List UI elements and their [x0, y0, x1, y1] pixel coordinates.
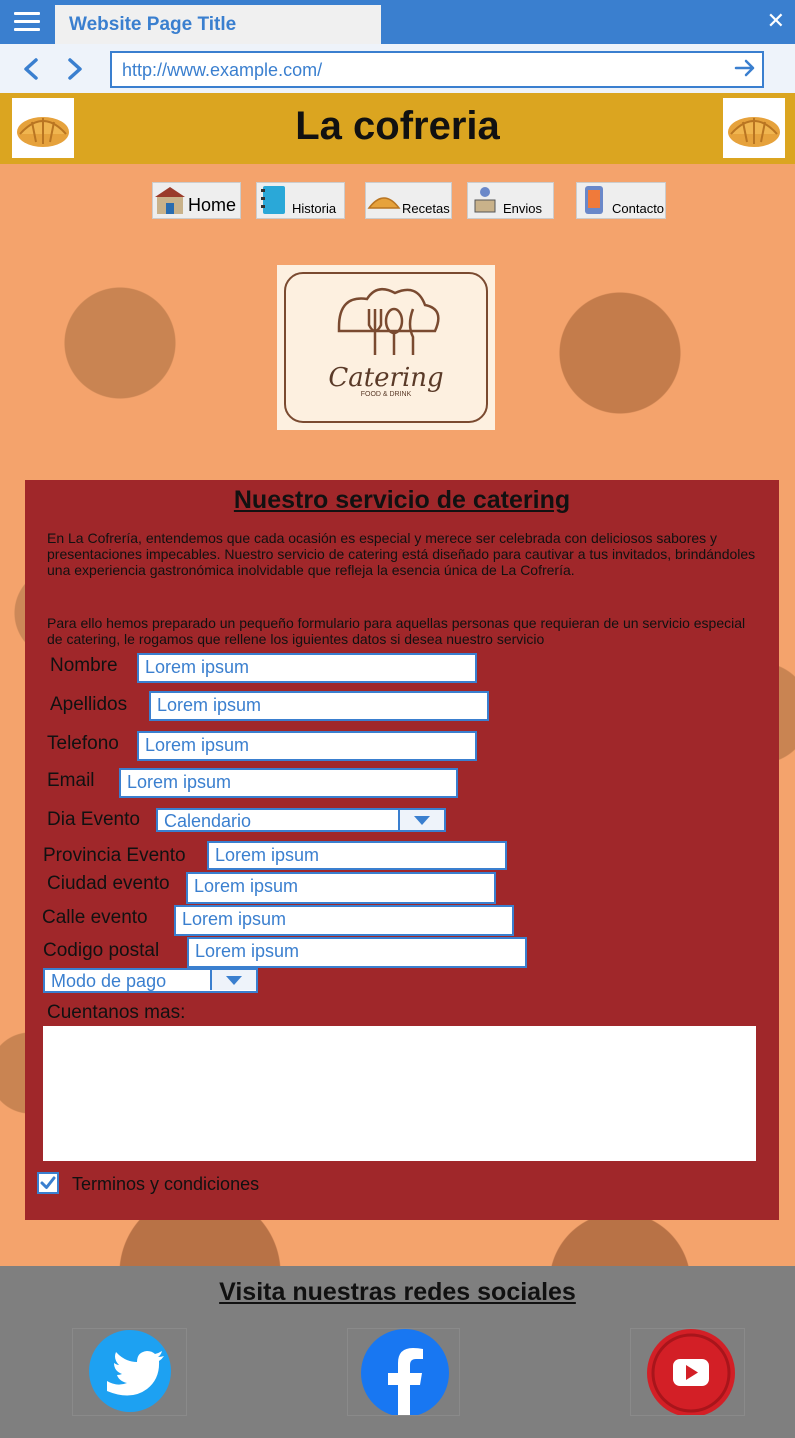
social-title: Visita nuestras redes sociales: [219, 1278, 576, 1306]
notebook-icon: [261, 186, 285, 214]
site-title: La cofreria: [295, 104, 500, 148]
calle-input[interactable]: Lorem ipsum: [174, 905, 514, 936]
nav-home[interactable]: Home: [152, 182, 241, 219]
dia-evento-value: Calendario: [164, 811, 252, 831]
dia-evento-label: Dia Evento: [47, 809, 140, 830]
back-arrow-icon[interactable]: [16, 52, 46, 86]
dia-evento-select[interactable]: Calendario: [156, 808, 446, 832]
twitter-link[interactable]: [72, 1328, 187, 1416]
delivery-icon: [474, 187, 496, 213]
close-icon[interactable]: ✕: [767, 8, 785, 34]
nav-label: Historia: [292, 201, 337, 216]
provincia-label: Provincia Evento: [43, 845, 186, 866]
footer: Visita nuestras redes sociales: [0, 1266, 795, 1438]
telefono-label: Telefono: [47, 733, 119, 754]
nav-contacto[interactable]: Contacto: [576, 182, 666, 219]
go-arrow-icon[interactable]: [734, 57, 756, 79]
nav-label: Envios: [503, 201, 543, 216]
terms-label: Terminos y condiciones: [72, 1174, 260, 1194]
forward-arrow-icon[interactable]: [60, 52, 90, 86]
chevron-down-icon[interactable]: [398, 810, 444, 830]
twitter-icon: [89, 1330, 171, 1412]
form-instructions: Para ello hemos preparado un pequeño for…: [47, 615, 746, 647]
apellidos-input[interactable]: Lorem ipsum: [149, 691, 489, 721]
provincia-input[interactable]: Lorem ipsum: [207, 841, 507, 870]
modo-pago-select[interactable]: Modo de pago: [43, 968, 258, 993]
form-title: Nuestro servicio de catering: [233, 486, 571, 514]
nav-envios[interactable]: Envios: [467, 182, 554, 219]
nombre-label: Nombre: [50, 655, 118, 676]
croissant-icon: [367, 197, 401, 209]
cuentanos-label: Cuentanos mas:: [47, 1002, 186, 1023]
calle-label: Calle evento: [42, 907, 148, 928]
facebook-icon: [361, 1329, 449, 1417]
address-bar[interactable]: http://www.example.com/: [110, 51, 764, 88]
facebook-link[interactable]: [347, 1328, 460, 1417]
tab-title: Website Page Title: [69, 14, 237, 35]
checkmark-icon: [40, 1176, 56, 1189]
nav-label: Contacto: [612, 201, 665, 216]
cuentanos-textarea[interactable]: [43, 1026, 756, 1161]
email-input[interactable]: Lorem ipsum: [119, 768, 458, 798]
email-label: Email: [47, 770, 95, 791]
chevron-down-icon[interactable]: [210, 970, 256, 990]
ciudad-label: Ciudad evento: [47, 873, 170, 894]
youtube-link[interactable]: [630, 1328, 745, 1417]
codigo-postal-input[interactable]: Lorem ipsum: [187, 937, 527, 968]
menu-icon[interactable]: [14, 12, 40, 32]
modo-pago-value: Modo de pago: [51, 971, 167, 991]
nav-label: Home: [188, 195, 237, 215]
nombre-input[interactable]: Lorem ipsum: [137, 653, 477, 683]
nav-historia[interactable]: Historia: [256, 182, 345, 219]
apellidos-label: Apellidos: [50, 694, 128, 715]
logo-subtext: FOOD & DRINK: [360, 391, 412, 398]
terms-checkbox[interactable]: [37, 1172, 59, 1194]
ciudad-input[interactable]: Lorem ipsum: [186, 872, 496, 904]
nav-recetas[interactable]: Recetas: [365, 182, 452, 219]
catering-logo: Catering FOOD & DRINK: [277, 265, 495, 430]
catering-form: Nuestro servicio de catering En La Cofre…: [25, 480, 779, 1220]
house-icon: [155, 187, 185, 214]
codigo-postal-label: Codigo postal: [43, 940, 160, 961]
phone-icon: [585, 186, 603, 214]
form-intro: En La Cofrería, entendemos que cada ocas…: [47, 530, 756, 578]
telefono-input[interactable]: Lorem ipsum: [137, 731, 477, 761]
logo-text: Catering: [328, 363, 444, 393]
nav-label: Recetas: [402, 201, 450, 216]
url-text: http://www.example.com/: [122, 60, 323, 80]
browser-tab[interactable]: Website Page Title: [55, 5, 381, 44]
youtube-icon: [647, 1329, 735, 1417]
